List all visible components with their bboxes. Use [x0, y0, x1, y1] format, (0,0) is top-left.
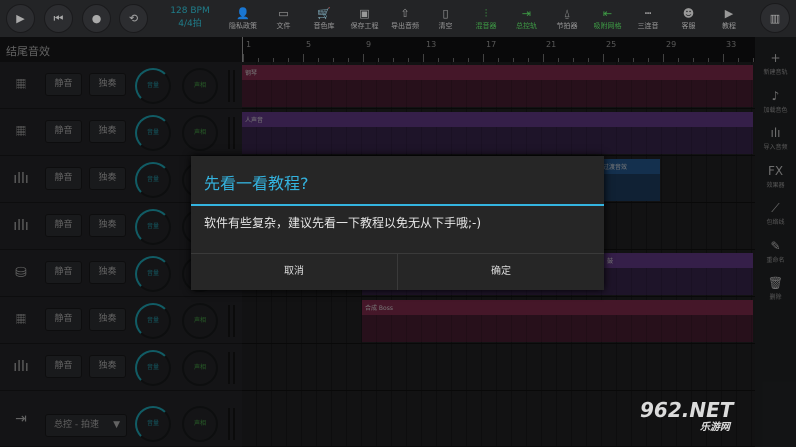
dialog-message: 软件有些复杂，建议先看一下教程以免无从下手哦;-)	[204, 216, 482, 230]
snap-icon: ⇤	[602, 7, 613, 20]
toolbar-triplet-button[interactable]: ┅ 三连音	[628, 6, 668, 31]
cancel-button[interactable]: 取消	[191, 254, 398, 290]
save-icon: ▣	[359, 7, 370, 20]
master-icon: ⇥	[521, 7, 532, 20]
toolbar-save-button[interactable]: ▣ 保存工程	[345, 6, 385, 31]
toolbar-label: 节拍器	[556, 22, 578, 30]
tutorial-dialog: 先看一看教程? 软件有些复杂，建议先看一下教程以免无从下手哦;-) 取消 确定	[191, 156, 604, 290]
toolbar-label: 文件	[276, 22, 291, 30]
toolbar-support-button[interactable]: ☻ 客服	[669, 6, 709, 31]
person-icon: 👤	[236, 7, 250, 20]
folder-icon: ▭	[278, 7, 289, 20]
toolbar-label: 导出音频	[391, 22, 419, 30]
watermark: 962.NET 乐游网	[640, 398, 733, 433]
toolbar-tutorial-button[interactable]: ▶ 教程	[709, 6, 749, 31]
triplet-icon: ┅	[644, 7, 652, 20]
ok-button[interactable]: 确定	[398, 254, 604, 290]
play-button[interactable]: ▶	[6, 4, 35, 33]
tutorial-icon: ▶	[724, 7, 734, 20]
toolbar-cart-button[interactable]: 🛒 音色库	[304, 6, 344, 31]
toolbar-label: 混音器	[475, 22, 497, 30]
toolbar-file-button[interactable]: ▯ 清空	[426, 6, 466, 31]
toolbar-label: 总控轨	[516, 22, 537, 30]
toolbar-label: 教程	[722, 22, 736, 30]
support-icon: ☻	[682, 7, 695, 20]
toolbar-label: 吸附网格	[593, 22, 622, 30]
toolbar-mixer-button[interactable]: ⫶ 混音器	[466, 6, 506, 31]
toolbar-label: 隐私政策	[229, 22, 257, 30]
toolbar-folder-button[interactable]: ▭ 文件	[264, 6, 304, 31]
toolbar-label: 三连音	[637, 22, 659, 30]
toolbar-label: 客服	[681, 22, 696, 30]
watermark-subtext: 乐游网	[700, 422, 730, 433]
time-signature: 4/4拍	[178, 19, 202, 29]
toolbar-label: 音色库	[313, 22, 335, 30]
export-icon: ⇧	[400, 7, 410, 20]
metronome-icon: ⍙	[563, 7, 571, 20]
toolbar-person-button[interactable]: 👤 隐私政策	[223, 6, 263, 31]
mixer-icon: ⫶	[484, 7, 488, 20]
dialog-divider	[191, 204, 604, 206]
toolbar-snap-button[interactable]: ⇤ 吸附网格	[588, 6, 628, 31]
piano-roll-button[interactable]: ▥	[760, 3, 790, 33]
toolbar-export-button[interactable]: ⇧ 导出音频	[385, 6, 425, 31]
top-toolbar: ▶ ⏮ ● ⟲ 128 BPM 4/4拍 👤 隐私政策 ▭ 文件 🛒 音色库 ▣ 保存工程 ⇧ 导出…	[0, 0, 796, 37]
toolbar-master-button[interactable]: ⇥ 总控轨	[507, 6, 547, 31]
file-icon: ▯	[442, 7, 449, 20]
rewind-button[interactable]: ⏮	[44, 4, 73, 33]
record-button[interactable]: ●	[82, 4, 111, 33]
tempo-display[interactable]: 128 BPM 4/4拍	[160, 5, 220, 31]
dialog-title: 先看一看教程?	[204, 174, 309, 193]
bpm-label: 128 BPM	[170, 6, 210, 16]
toolbar-metronome-button[interactable]: ⍙ 节拍器	[547, 6, 587, 31]
toolbar-label: 清空	[438, 22, 453, 30]
loop-button[interactable]: ⟲	[119, 4, 148, 33]
cart-icon: 🛒	[317, 7, 331, 20]
toolbar-label: 保存工程	[350, 22, 379, 30]
